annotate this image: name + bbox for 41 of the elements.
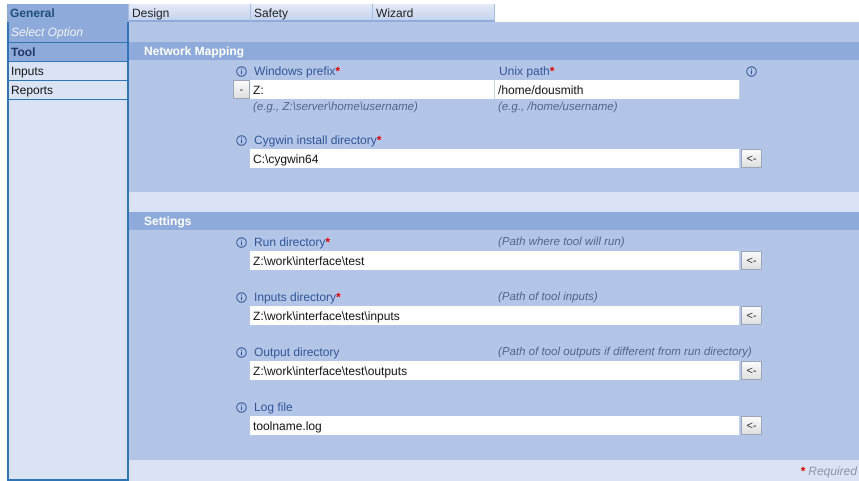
input-field[interactable]: Z:\work\interface\test xyxy=(250,251,740,270)
required-note: * Required xyxy=(800,464,857,478)
field-label: Windows prefix* xyxy=(253,64,342,78)
section-header: Settings xyxy=(129,212,859,230)
browse-button[interactable]: <- xyxy=(741,361,762,380)
field-label: Run directory* xyxy=(253,235,332,249)
tab[interactable]: General xyxy=(7,4,129,22)
hint-text: (Path where tool will run) xyxy=(497,236,625,248)
field-label: Inputs directory* xyxy=(253,290,342,304)
example-text: (e.g., Z:\server\home\username) xyxy=(252,101,419,113)
input-field[interactable]: Z: xyxy=(250,80,495,99)
sidebar-item[interactable]: Tool xyxy=(9,43,127,62)
info-icon[interactable] xyxy=(746,66,756,76)
browse-button[interactable]: <- xyxy=(741,149,762,168)
field-label: Unix path* xyxy=(498,64,556,78)
remove-button[interactable]: - xyxy=(233,80,250,99)
section-header: Network Mapping xyxy=(129,42,859,60)
sidebar-header: Select Option xyxy=(9,22,127,43)
info-icon[interactable] xyxy=(236,292,247,302)
tab[interactable]: Design xyxy=(129,4,251,22)
browse-button[interactable]: <- xyxy=(741,251,762,270)
browse-button[interactable]: <- xyxy=(741,416,762,435)
field-label: Log file xyxy=(253,400,294,414)
input-field[interactable]: C:\cygwin64 xyxy=(250,149,740,168)
hint-text: (Path of tool inputs) xyxy=(497,291,598,303)
input-field[interactable]: Z:\work\interface\test\outputs xyxy=(250,361,740,380)
tab[interactable]: Safety xyxy=(251,4,373,22)
tab[interactable]: Wizard xyxy=(373,4,495,22)
browse-button[interactable]: <- xyxy=(741,306,762,325)
example-text: (e.g., /home/username) xyxy=(497,101,619,113)
info-icon[interactable] xyxy=(236,66,247,76)
hint-text: (Path of tool outputs if different from run directory) xyxy=(497,346,752,358)
field-label: Output directory xyxy=(253,345,340,359)
input-field[interactable]: /home/dousmith xyxy=(495,80,740,99)
info-icon[interactable] xyxy=(236,346,247,358)
input-field[interactable]: Z:\work\interface\test\inputs xyxy=(250,306,740,325)
field-label: Cygwin install directory* xyxy=(253,133,382,147)
info-icon[interactable] xyxy=(236,402,247,412)
info-icon[interactable] xyxy=(236,134,247,146)
info-icon[interactable] xyxy=(236,236,247,248)
input-field[interactable]: toolname.log xyxy=(250,416,740,435)
